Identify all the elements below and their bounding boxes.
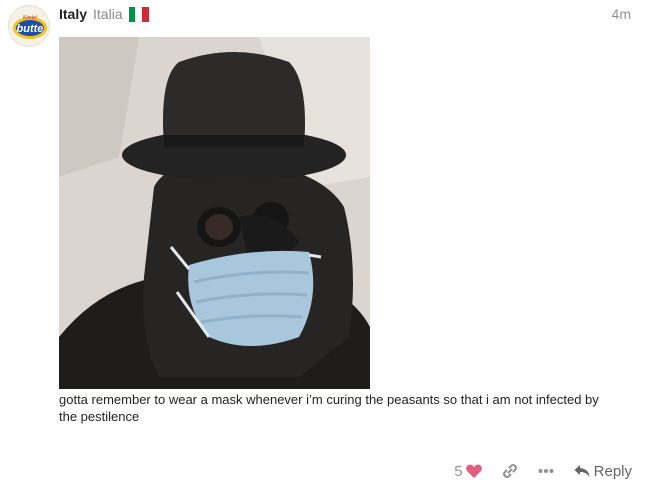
post-controls: 5 Reply [454,459,632,483]
svg-text:Kindel: Kindel [23,15,38,21]
like-button[interactable]: 5 [454,463,482,480]
full-name: Italia [93,6,123,22]
post: butte Kindel Italy Italia 4m gotta remem… [0,0,647,500]
avatar[interactable]: butte Kindel [8,5,50,47]
copy-link-button[interactable] [502,463,518,479]
post-header: Italy Italia 4m [59,4,631,24]
username[interactable]: Italy [59,6,87,22]
svg-text:butte: butte [17,23,44,35]
italy-flag-icon [128,6,149,22]
post-body: gotta remember to wear a mask whenever i… [59,392,599,424]
reply-icon [574,465,590,477]
avatar-image: butte Kindel [9,6,49,46]
like-count[interactable]: 5 [454,463,462,480]
show-more-actions-button[interactable] [538,468,554,474]
heart-icon [465,464,482,478]
link-icon [502,464,517,478]
reply-label: Reply [593,462,632,480]
reply-button[interactable]: Reply [574,463,632,480]
plague-doctor-photo [59,37,370,389]
more-icon [538,469,554,473]
post-image[interactable] [59,37,370,389]
post-date[interactable]: 4m [612,6,631,22]
